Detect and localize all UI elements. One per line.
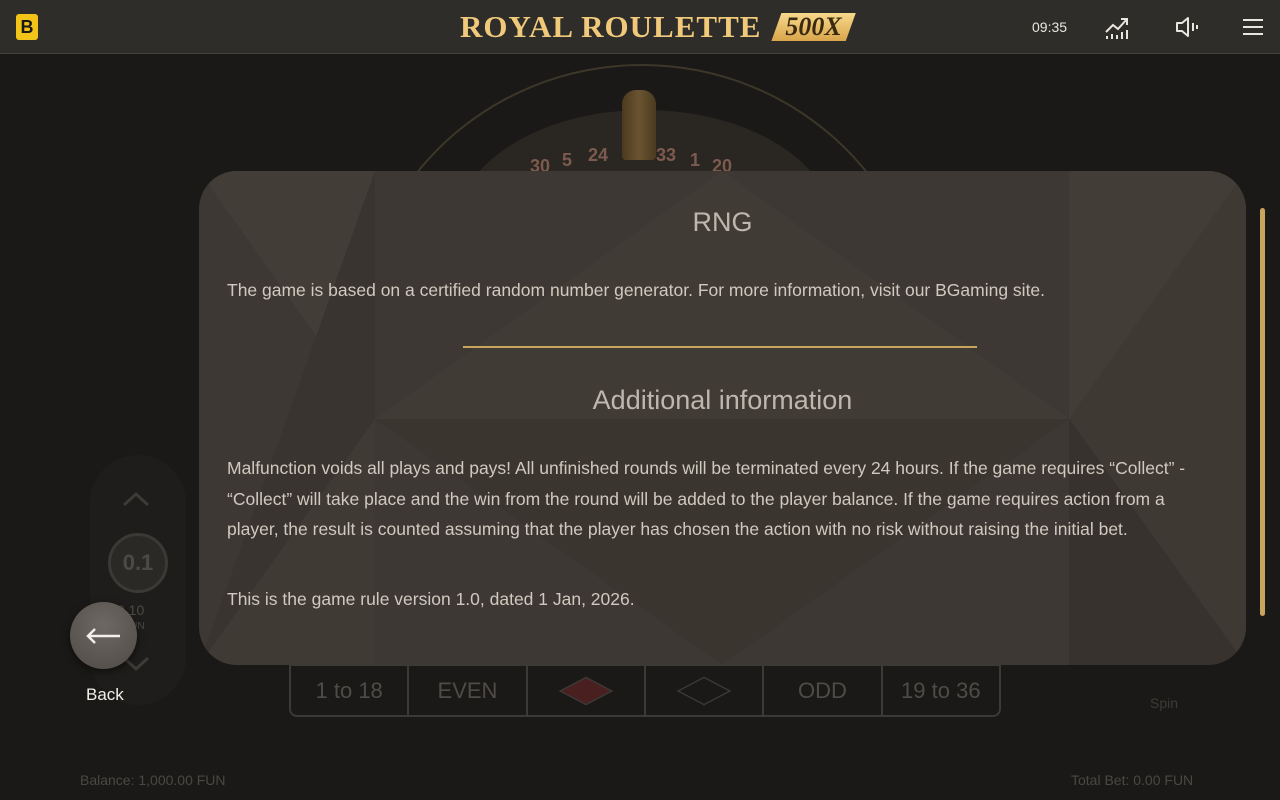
modal-content[interactable]: RNG The game is based on a certified ran… (199, 171, 1246, 665)
bet-even[interactable]: EVEN (409, 666, 528, 715)
bet-red[interactable] (528, 666, 646, 715)
arrow-left-icon (85, 627, 120, 644)
total-bet: Total Bet: 0.00 FUN (1071, 772, 1194, 788)
bet-odd[interactable]: ODD (764, 666, 883, 715)
section-divider (463, 346, 977, 348)
wheel-number: 24 (588, 145, 609, 165)
outside-bets-row: 1 to 18 EVEN ODD 19 to 36 (289, 664, 1001, 717)
bet-low[interactable]: 1 to 18 (291, 666, 410, 715)
back-label[interactable]: Back (86, 685, 124, 705)
version-text: This is the game rule version 1.0, dated… (227, 589, 635, 609)
chevron-up-icon[interactable] (121, 490, 151, 508)
spin-label[interactable]: Spin (1150, 695, 1178, 711)
wheel-spindle (622, 90, 656, 160)
menu-icon[interactable] (1240, 14, 1266, 40)
chip[interactable]: 0.1 (108, 533, 168, 593)
rng-text: The game is based on a certified random … (227, 280, 1046, 300)
stats-icon[interactable] (1104, 14, 1130, 40)
sound-icon[interactable] (1174, 14, 1200, 40)
game-title-text: ROYAL ROULETTE (460, 9, 762, 44)
game-title: ROYAL ROULETTE 500X (460, 8, 856, 46)
additional-info-title: Additional information (592, 385, 853, 415)
wheel-number: 33 (656, 145, 677, 165)
wheel-number: 1 (690, 150, 701, 170)
rules-modal: RNG The game is based on a certified ran… (199, 171, 1246, 665)
modal-scrollbar[interactable] (1260, 208, 1265, 616)
rng-title: RNG (692, 207, 753, 237)
brand-logo[interactable]: B (16, 14, 38, 40)
clock: 09:35 (1032, 19, 1068, 35)
balance: Balance: 1,000.00 FUN (80, 772, 226, 788)
wheel-number: 5 (562, 150, 573, 170)
red-diamond-icon (558, 676, 614, 705)
bet-high[interactable]: 19 to 36 (883, 666, 999, 715)
additional-info-text: Malfunction voids all plays and pays! Al… (227, 458, 1186, 539)
back-button[interactable] (70, 602, 137, 669)
game-title-badge: 500X (771, 13, 855, 41)
black-diamond-icon (676, 676, 732, 705)
top-bar: B ROYAL ROULETTE 500X 09:35 (0, 0, 1280, 54)
bet-black[interactable] (646, 666, 765, 715)
